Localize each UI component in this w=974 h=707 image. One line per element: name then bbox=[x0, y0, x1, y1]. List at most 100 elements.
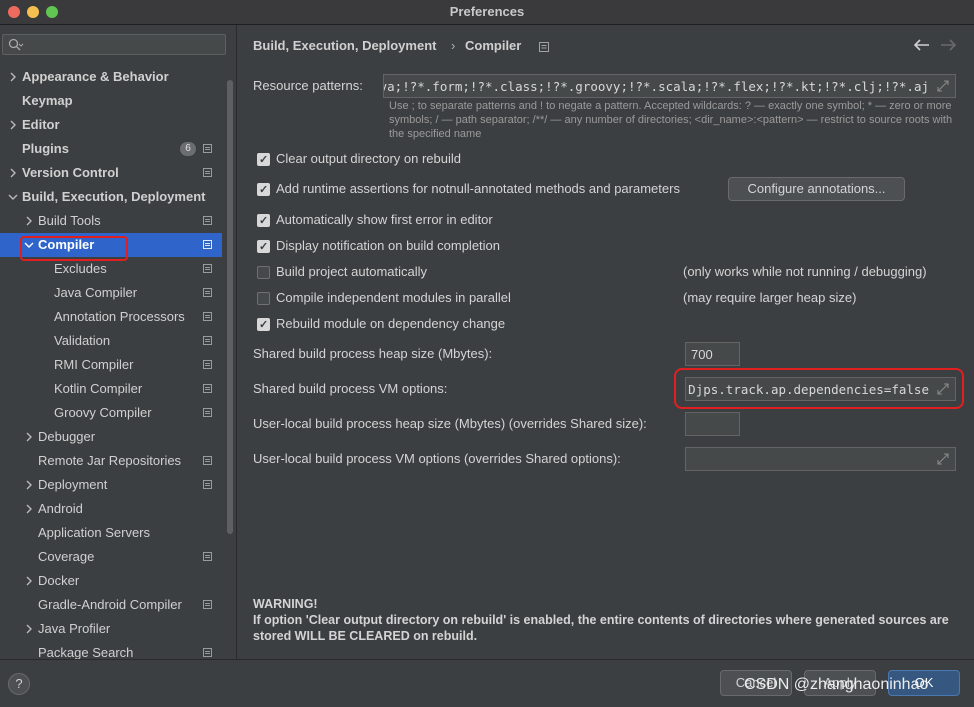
sidebar-item[interactable]: Build Tools bbox=[0, 209, 222, 233]
settings-sidebar: Appearance & Behavior Keymap Editor Plugins… bbox=[0, 25, 236, 659]
expand-icon[interactable] bbox=[937, 80, 949, 92]
user-vm-input[interactable] bbox=[685, 447, 956, 471]
sidebar-item[interactable]: Gradle-Android Compiler bbox=[0, 593, 222, 617]
option-label: Rebuild module on dependency change bbox=[276, 316, 506, 331]
sidebar-item-label: Docker bbox=[38, 573, 80, 588]
checkmark-icon: ✓ bbox=[259, 215, 269, 227]
sidebar-item-label: Annotation Processors bbox=[54, 309, 185, 324]
warning-text: If option 'Clear output directory on reb… bbox=[253, 613, 949, 643]
resource-patterns-hint: Use ; to separate patterns and ! to nega… bbox=[389, 100, 953, 140]
sidebar-item-label: Keymap bbox=[22, 93, 73, 108]
sidebar-item[interactable]: Java Compiler bbox=[0, 281, 222, 305]
chevron-right-icon[interactable] bbox=[24, 623, 34, 635]
breadcrumb-parent[interactable]: Build, Execution, Deployment bbox=[253, 38, 436, 53]
option-checkbox[interactable]: ✓ bbox=[257, 318, 270, 331]
sidebar-item-label: Excludes bbox=[54, 261, 107, 276]
option-checkbox[interactable]: ✓ bbox=[257, 214, 270, 227]
chevron-right-icon[interactable] bbox=[24, 431, 34, 443]
sidebar-item-label: Editor bbox=[22, 117, 60, 132]
compiler-highlight-box bbox=[20, 236, 128, 261]
sidebar-item[interactable]: Application Servers bbox=[0, 521, 222, 545]
sidebar-item[interactable]: Java Profiler bbox=[0, 617, 222, 641]
project-scope-icon bbox=[203, 144, 212, 153]
chevron-right-icon[interactable] bbox=[8, 71, 18, 83]
chevron-down-icon[interactable] bbox=[8, 191, 18, 203]
user-heap-input[interactable] bbox=[685, 412, 740, 436]
update-count-badge: 6 bbox=[180, 142, 196, 156]
shared-heap-value: 700 bbox=[691, 347, 713, 362]
sidebar-item[interactable]: Editor bbox=[0, 113, 222, 137]
sidebar-item[interactable]: Kotlin Compiler bbox=[0, 377, 222, 401]
sidebar-item[interactable]: Validation bbox=[0, 329, 222, 353]
sidebar-item[interactable]: Package Search bbox=[0, 641, 222, 659]
option-checkbox[interactable]: ✓ bbox=[257, 183, 270, 196]
sidebar-item-label: Build, Execution, Deployment bbox=[22, 189, 206, 204]
chevron-right-icon[interactable] bbox=[24, 575, 34, 587]
warning-block: WARNING! If option 'Clear output directo… bbox=[253, 596, 963, 644]
sidebar-item-label: Kotlin Compiler bbox=[54, 381, 143, 396]
option-note: (only works while not running / debuggin… bbox=[683, 264, 927, 279]
watermark: CSDN @zhanghaoninhao bbox=[744, 676, 929, 693]
shared-heap-input[interactable]: 700 bbox=[685, 342, 740, 366]
sidebar-item-label: Appearance & Behavior bbox=[22, 69, 169, 84]
project-scope-icon bbox=[203, 384, 212, 393]
option-label: Automatically show first error in editor bbox=[276, 212, 493, 227]
sidebar-item[interactable]: Appearance & Behavior bbox=[0, 65, 222, 89]
option-checkbox[interactable]: ✓ bbox=[257, 240, 270, 253]
project-scope-icon bbox=[203, 312, 212, 321]
configure-annotations-button[interactable]: Configure annotations... bbox=[728, 177, 905, 201]
project-scope-icon bbox=[203, 216, 212, 225]
sidebar-item[interactable]: Remote Jar Repositories bbox=[0, 449, 222, 473]
sidebar-item[interactable]: Docker bbox=[0, 569, 222, 593]
chevron-right-icon[interactable] bbox=[8, 167, 18, 179]
sidebar-item[interactable]: Plugins 6 bbox=[0, 137, 222, 161]
sidebar-item[interactable]: Deployment bbox=[0, 473, 222, 497]
option-label: Compile independent modules in parallel bbox=[276, 290, 511, 305]
shared-heap-label: Shared build process heap size (Mbytes): bbox=[253, 346, 493, 361]
dialog-footer: ? Cancel Apply OK CSDN @zhanghaoninhao bbox=[0, 659, 974, 707]
sidebar-item[interactable]: Annotation Processors bbox=[0, 305, 222, 329]
main-panel: Build, Execution, Deployment › Compiler … bbox=[237, 25, 974, 659]
chevron-right-icon[interactable] bbox=[24, 215, 34, 227]
chevron-right-icon[interactable] bbox=[24, 503, 34, 515]
option-checkbox[interactable] bbox=[257, 266, 270, 279]
sidebar-item[interactable]: Groovy Compiler bbox=[0, 401, 222, 425]
sidebar-item[interactable]: Build, Execution, Deployment bbox=[0, 185, 222, 209]
forward-arrow-icon[interactable] bbox=[940, 39, 956, 51]
sidebar-scrollbar[interactable] bbox=[227, 80, 233, 534]
sidebar-item[interactable]: RMI Compiler bbox=[0, 353, 222, 377]
expand-icon[interactable] bbox=[937, 453, 949, 465]
project-scope-icon bbox=[203, 600, 212, 609]
sidebar-item[interactable]: Debugger bbox=[0, 425, 222, 449]
resource-patterns-input[interactable]: !?*.java;!?*.form;!?*.class;!?*.groovy;!… bbox=[383, 74, 956, 98]
project-scope-icon bbox=[203, 264, 212, 273]
title-bar: Preferences bbox=[0, 0, 974, 25]
option-checkbox[interactable]: ✓ bbox=[257, 153, 270, 166]
sidebar-item-label: Coverage bbox=[38, 549, 95, 564]
sidebar-item-label: Gradle-Android Compiler bbox=[38, 597, 182, 612]
project-scope-icon bbox=[203, 336, 212, 345]
sidebar-item[interactable]: Android bbox=[0, 497, 222, 521]
help-button[interactable]: ? bbox=[8, 673, 30, 695]
warning-title: WARNING! bbox=[253, 597, 318, 611]
option-label: Display notification on build completion bbox=[276, 238, 501, 253]
option-checkbox[interactable] bbox=[257, 292, 270, 305]
checkmark-icon: ✓ bbox=[259, 154, 269, 166]
search-input[interactable] bbox=[2, 34, 226, 55]
window-title: Preferences bbox=[449, 4, 525, 19]
project-scope-icon bbox=[203, 648, 212, 657]
sidebar-item-label: Remote Jar Repositories bbox=[38, 453, 182, 468]
project-scope-icon bbox=[203, 288, 212, 297]
chevron-right-icon[interactable] bbox=[8, 119, 18, 131]
option-label: Add runtime assertions for notnull-annot… bbox=[276, 181, 680, 196]
sidebar-item[interactable]: Coverage bbox=[0, 545, 222, 569]
sidebar-item-label: RMI Compiler bbox=[54, 357, 134, 372]
sidebar-item-label: Plugins bbox=[22, 141, 69, 156]
chevron-right-icon[interactable] bbox=[24, 479, 34, 491]
checkmark-icon: ✓ bbox=[259, 184, 269, 196]
sidebar-item[interactable]: Version Control bbox=[0, 161, 222, 185]
sidebar-item[interactable]: Keymap bbox=[0, 89, 222, 113]
user-vm-label: User-local build process VM options (ove… bbox=[253, 451, 621, 466]
user-heap-label: User-local build process heap size (Mbyt… bbox=[253, 416, 647, 431]
back-arrow-icon[interactable] bbox=[914, 39, 930, 51]
